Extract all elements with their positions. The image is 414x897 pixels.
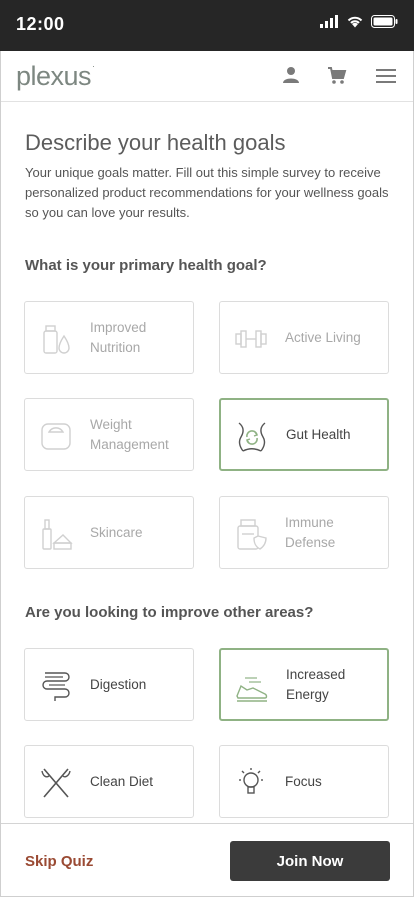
skip-quiz-link[interactable]: Skip Quiz	[25, 853, 93, 870]
option-label: Improved Nutrition	[90, 319, 147, 355]
menu-icon[interactable]	[376, 69, 396, 83]
option-label: Skincare	[90, 524, 143, 540]
join-now-button[interactable]: Join Now	[230, 841, 390, 881]
account-icon[interactable]	[282, 66, 300, 84]
immune-bottle-icon	[237, 519, 267, 550]
page-title: Describe your health goals	[25, 130, 286, 155]
option-increased-energy[interactable]: Increased Energy	[219, 648, 389, 721]
primary-goal-question: What is your primary health goal?	[25, 257, 267, 274]
plexus-logo[interactable]: plexus·	[16, 61, 95, 92]
page-intro: Your unique goals matter. Fill out this …	[25, 165, 389, 220]
option-label: Clean Diet	[90, 773, 154, 789]
option-focus[interactable]: Focus	[219, 745, 389, 818]
option-clean-diet[interactable]: Clean Diet	[24, 745, 194, 818]
option-gut-health[interactable]: Gut Health	[219, 398, 389, 471]
header: plexus·	[1, 51, 413, 102]
option-label: Active Living	[285, 329, 361, 345]
cart-icon[interactable]	[327, 66, 347, 85]
battery-icon	[371, 15, 398, 28]
footer-bar: Skip Quiz Join Now	[1, 823, 413, 896]
running-shoe-icon	[236, 677, 268, 702]
fork-knife-icon	[41, 768, 71, 798]
app-frame: plexus· Describe your health goals Your …	[0, 51, 414, 897]
option-active-living[interactable]: Active Living	[219, 301, 389, 374]
option-label: Gut Health	[286, 426, 351, 442]
scale-icon	[41, 423, 71, 450]
option-improved-nutrition[interactable]: Improved Nutrition	[24, 301, 194, 374]
dumbbell-icon	[235, 330, 267, 348]
option-label: Digestion	[90, 676, 147, 692]
option-label: Focus	[285, 773, 322, 789]
status-icons	[320, 15, 398, 28]
option-weight-management[interactable]: Weight Management	[24, 398, 194, 471]
secondary-goal-question: Are you looking to improve other areas?	[25, 604, 314, 621]
signal-icon	[320, 15, 338, 28]
status-time: 12:00	[16, 14, 65, 34]
skincare-icon	[42, 519, 73, 550]
status-bar: 12:00	[0, 0, 414, 51]
option-skincare[interactable]: Skincare	[24, 496, 194, 569]
intestine-icon	[42, 672, 70, 701]
option-digestion[interactable]: Digestion	[24, 648, 194, 721]
option-label: Immune Defense	[285, 514, 336, 550]
option-label: Weight Management	[90, 416, 169, 452]
wifi-icon	[347, 16, 363, 28]
gut-icon	[238, 422, 266, 452]
lightbulb-icon	[239, 768, 263, 794]
nutrition-bottle-icon	[43, 325, 70, 354]
option-label: Increased Energy	[286, 666, 346, 702]
option-immune-defense[interactable]: Immune Defense	[219, 496, 389, 569]
